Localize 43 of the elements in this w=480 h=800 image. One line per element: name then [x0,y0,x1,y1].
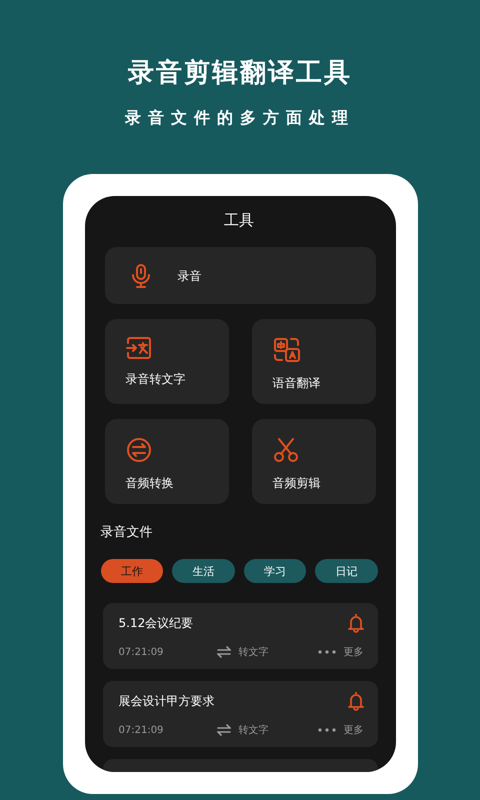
section-title: 录音文件 [100,524,154,542]
scissors-icon [272,437,298,463]
swap-icon [126,437,152,463]
record-time: 07:21:09 [118,646,164,658]
more-icon [318,650,336,654]
convert-text-action[interactable]: 转文字 [216,723,268,737]
more-icon [318,728,336,732]
tool-card[interactable]: 录音 [104,247,376,304]
tool-card[interactable]: 语音翻译 [252,319,376,404]
category-tab[interactable]: 生活 [172,559,234,583]
swap-icon [216,646,230,658]
bell-icon[interactable] [348,691,364,711]
tool-card[interactable]: 录音转文字 [104,319,228,404]
tool-card[interactable]: 音频转换 [104,419,228,504]
convert-text-action[interactable]: 转文字 [216,645,268,659]
subheadline: 录音文件的多方面处理 [125,107,355,129]
headline: 录音剪辑翻译工具 [128,57,352,90]
category-tab[interactable]: 学习 [244,559,306,583]
record-card[interactable]: 5.12会议纪要 07:21:09 转文字 更多 [102,603,378,669]
more-action[interactable]: 更多 [318,645,364,659]
record-time: 07:21:09 [118,724,164,736]
action-label: 更多 [344,646,364,659]
translate-icon [272,337,300,363]
bell-icon[interactable] [348,613,364,633]
action-label: 转文字 [238,646,268,659]
tool-label: 音频转换 [126,475,174,491]
record-card[interactable]: 展会设计甲方要求 07:21:09 转文字 更多 [102,681,378,747]
screen-title: 工具 [224,210,254,230]
record-title: 5.12会议纪要 [118,614,194,632]
microphone-icon [130,262,150,288]
swap-icon [216,724,230,736]
tool-label: 录音 [178,268,202,284]
tool-label: 音频剪辑 [272,475,320,491]
action-label: 更多 [344,724,364,737]
tool-card[interactable]: 音频剪辑 [252,419,376,504]
category-tab[interactable]: 日记 [315,559,378,583]
more-action[interactable]: 更多 [318,723,364,737]
tool-label: 语音翻译 [272,375,320,391]
action-label: 转文字 [238,724,268,737]
tool-label: 录音转文字 [126,371,186,387]
record-title: 展会设计甲方要求 [118,692,214,710]
convert-text-icon [126,337,152,359]
category-tab[interactable]: 工作 [100,559,163,583]
